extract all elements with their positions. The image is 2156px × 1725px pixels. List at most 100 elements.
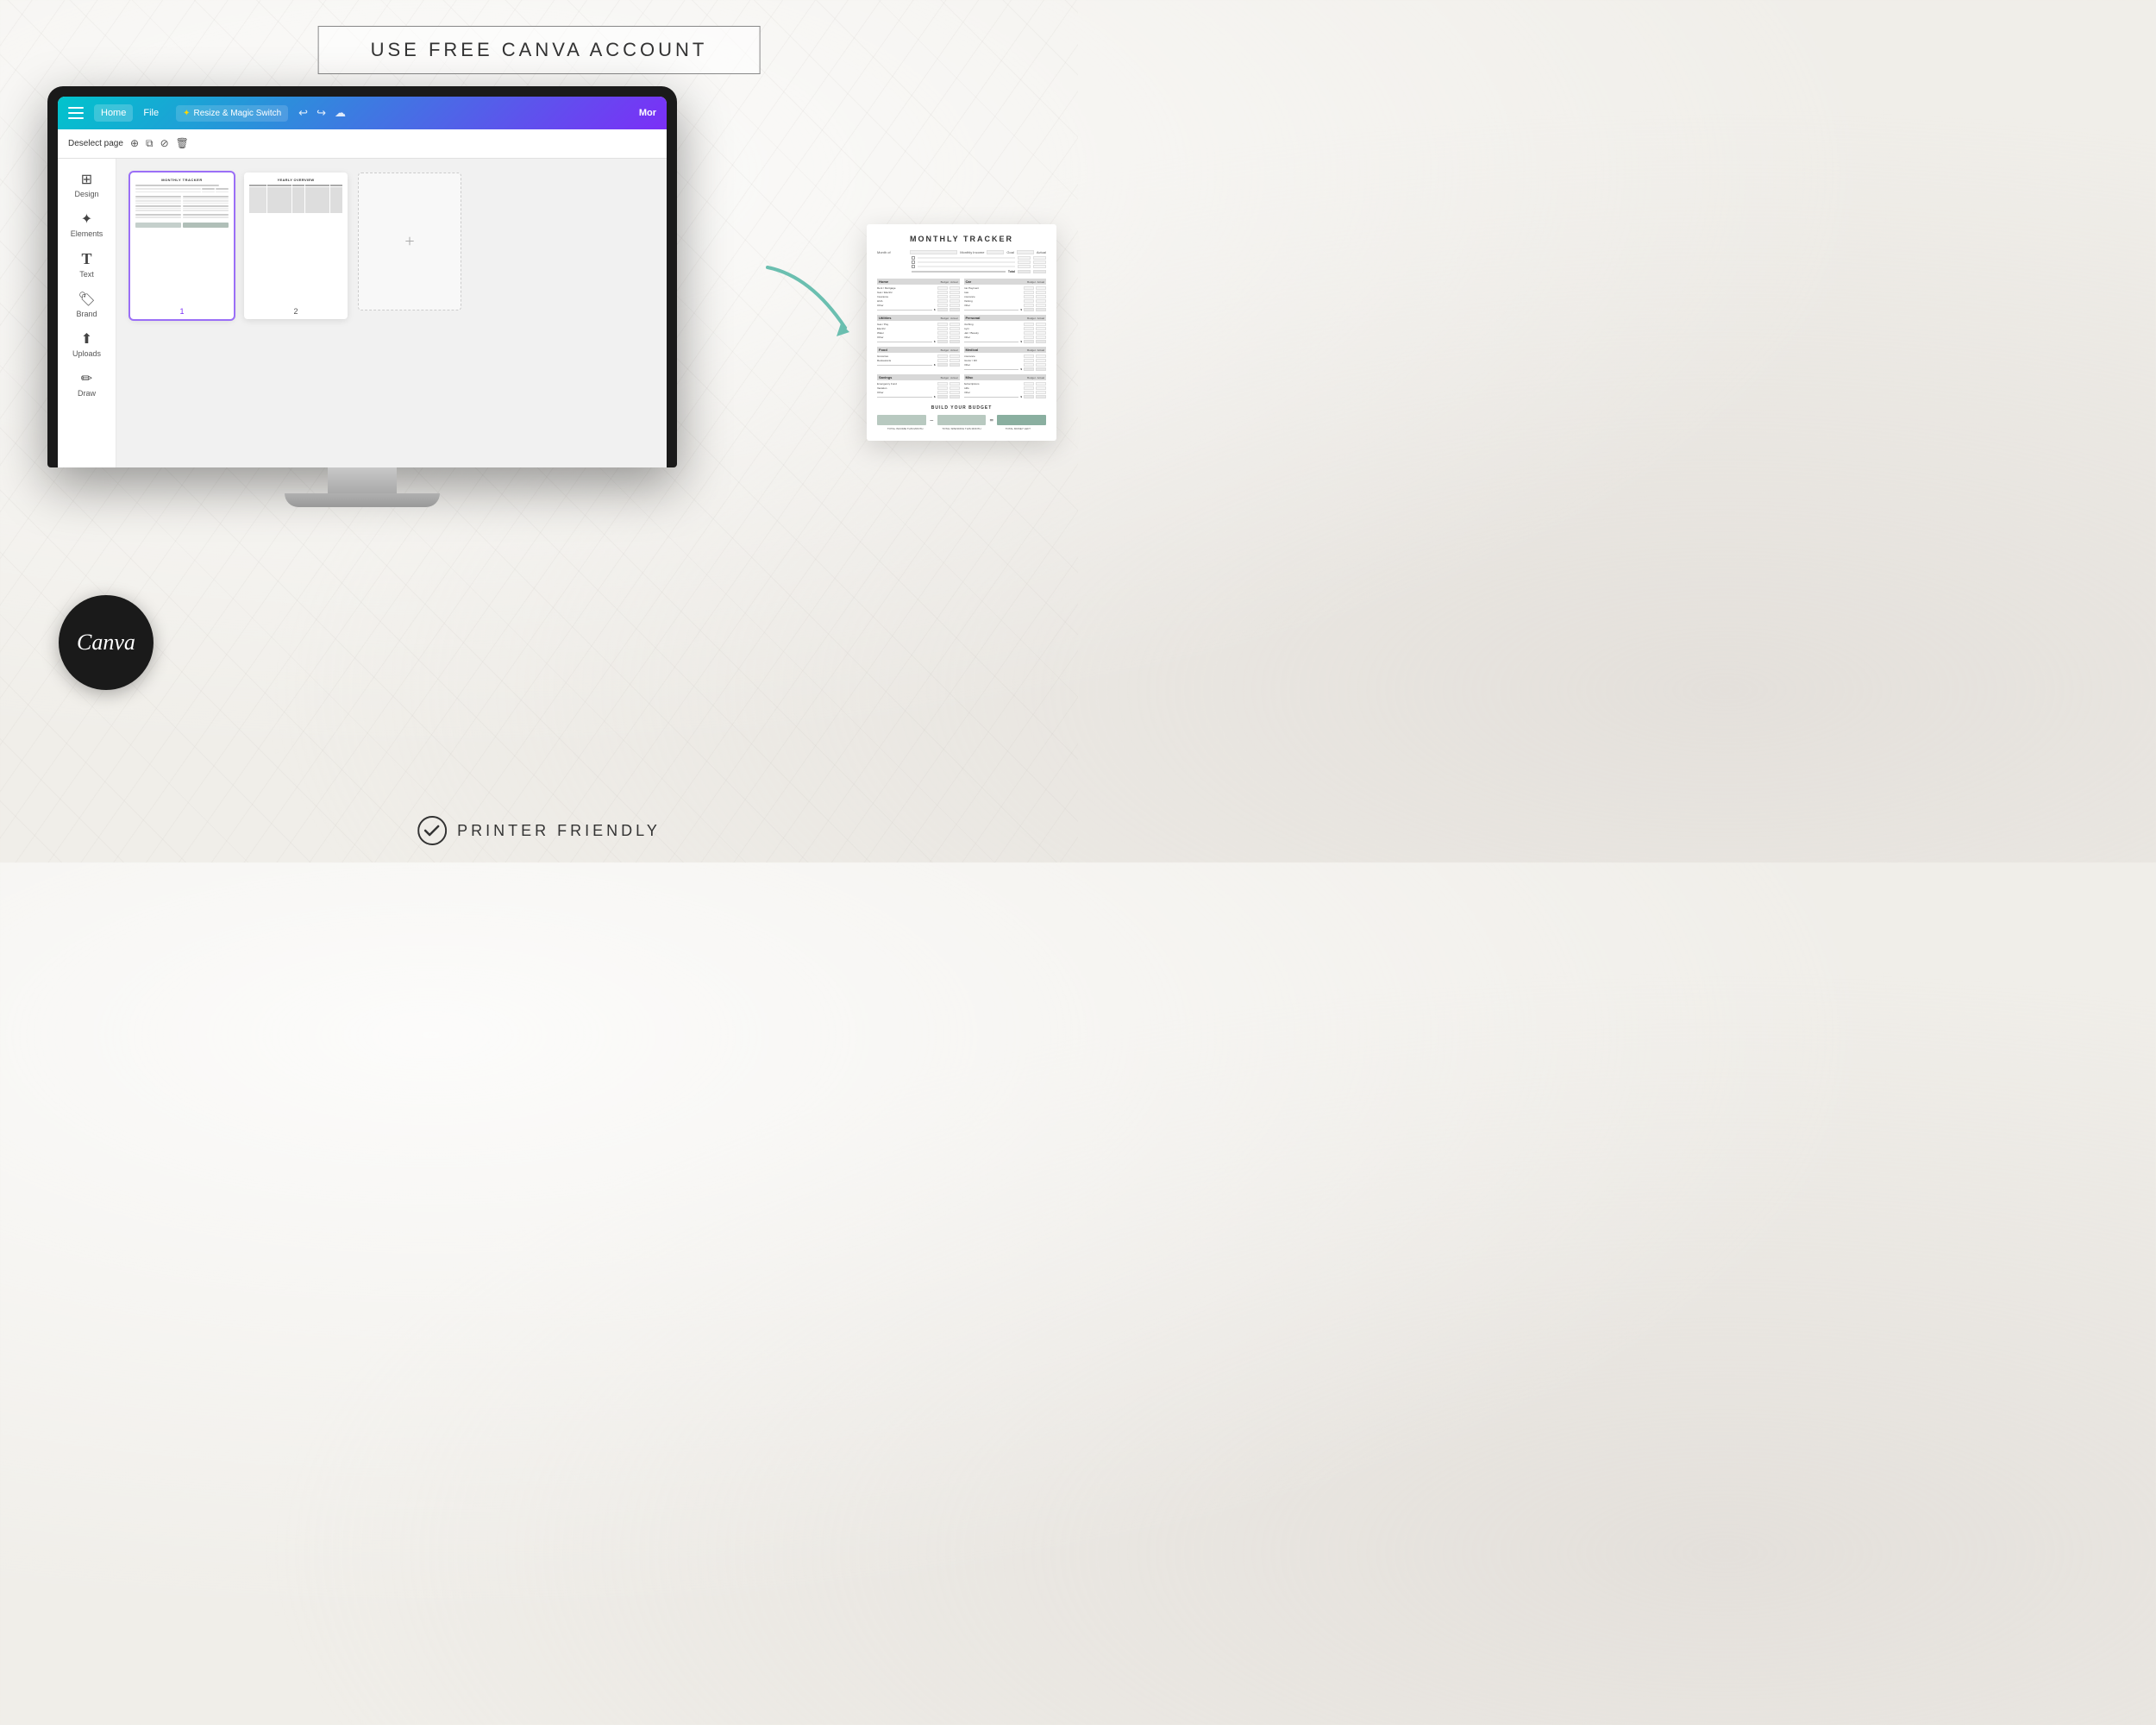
mini-tracker-title: MONTHLY TRACKER: [135, 178, 229, 182]
sidebar-item-uploads[interactable]: ⬆ Uploads: [63, 325, 111, 363]
income-check-2: [912, 260, 915, 264]
toolbar-file-button[interactable]: File: [136, 104, 166, 122]
page-1-inner: MONTHLY TRACKER: [130, 172, 234, 304]
footer-income-box: [877, 415, 926, 425]
monitor-stand-base: [285, 493, 440, 507]
printer-check-icon: [417, 816, 447, 845]
home-rows: Rent / MortgageGas / ElectricInsuranceHO…: [877, 286, 960, 311]
misc-rows: SubscriptionsGiftsOther$: [964, 382, 1047, 398]
doc-home-col: Home Budget Actual Rent / MortgageGas / …: [877, 279, 960, 311]
canva-toolbar: Home File ✦ Resize & Magic Switch ↩ ↪ ☁ …: [58, 97, 667, 129]
footer-left-box: [997, 415, 1046, 425]
page-2-inner: YEARLY OVERVIEW: [244, 172, 348, 304]
doc-utilities-col: Utilities Budget Actual Gas / PayElectri…: [877, 315, 960, 343]
yearly-rows: [249, 187, 342, 213]
redo-icon[interactable]: ↪: [317, 106, 326, 120]
undo-icon[interactable]: ↩: [298, 106, 308, 120]
doc-title: MONTHLY TRACKER: [877, 235, 1046, 243]
footer-title: BUILD YOUR BUDGET: [877, 405, 1046, 411]
banner-text: USE FREE CANVA ACCOUNT: [371, 39, 708, 60]
canvas-area: MONTHLY TRACKER: [116, 159, 667, 467]
text-label: Text: [79, 270, 94, 279]
star-icon: ✦: [183, 109, 190, 118]
printer-friendly-text: PRINTER FRIENDLY: [457, 822, 661, 840]
brand-icon: 🏷: [78, 291, 95, 308]
design-icon: ⊞: [81, 171, 92, 188]
brand-label: Brand: [76, 310, 97, 318]
uploads-icon: ⬆: [81, 330, 92, 348]
canva-logo: Canva: [59, 595, 154, 690]
magic-switch-label: Resize & Magic Switch: [193, 109, 281, 118]
doc-two-col-3: Food Budget Actual GroceriesRestaurants$…: [877, 347, 1046, 371]
add-page-icon[interactable]: ⊕: [130, 137, 139, 150]
medical-rows: InsuranceDoctor / RXOther$: [964, 354, 1047, 371]
footer-left-label: TOTAL MONEY LEFT: [990, 427, 1046, 430]
footer-spending-label: TOTAL SPENDING THIS MONTH: [933, 427, 989, 430]
monthly-income-label: Monthly Income: [960, 250, 984, 254]
mini-yearly-title: YEARLY OVERVIEW: [249, 178, 342, 182]
doc-personal-col: Personal Budget Actual ClothingGymHair /…: [964, 315, 1047, 343]
page-2-label: 2: [290, 304, 301, 319]
monitor-screen: Home File ✦ Resize & Magic Switch ↩ ↪ ☁ …: [58, 97, 667, 467]
car-section-title: Car: [966, 279, 1026, 284]
arrow-decoration: [759, 259, 862, 345]
doc-footer: BUILD YOUR BUDGET − = TOTAL INCOME THIS …: [877, 405, 1046, 430]
income-check-1: [912, 256, 915, 260]
delete-page-icon[interactable]: 🗑: [176, 137, 189, 150]
canva-main: ⊞ Design ✦ Elements T Text 🏷: [58, 159, 667, 467]
page-wrapper: USE FREE CANVA ACCOUNT Home File ✦ Resiz…: [0, 0, 1078, 862]
copy-page-icon[interactable]: ⧉: [146, 137, 154, 150]
sidebar-item-brand[interactable]: 🏷 Brand: [63, 285, 111, 323]
elements-label: Elements: [71, 229, 103, 238]
doc-food-col: Food Budget Actual GroceriesRestaurants$: [877, 347, 960, 371]
draw-icon: ✏: [81, 370, 92, 387]
doc-car-col: Car Budget Actual Car PaymentGasInsuranc…: [964, 279, 1047, 311]
hamburger-menu-icon[interactable]: [68, 107, 84, 119]
canva-sidebar: ⊞ Design ✦ Elements T Text 🏷: [58, 159, 116, 467]
toolbar-nav: Home File: [94, 104, 166, 122]
income-actual-label: Actual: [1037, 250, 1046, 254]
income-row-1: [918, 257, 1015, 259]
footer-income-label: TOTAL INCOME THIS MONTH: [877, 427, 933, 430]
page-thumbnail-2[interactable]: YEARLY OVERVIEW: [244, 172, 348, 319]
doc-income-section: Month of Monthly Income Goal Actual: [877, 250, 1046, 273]
month-label: Month of: [877, 250, 907, 254]
top-banner: USE FREE CANVA ACCOUNT: [318, 26, 761, 74]
hide-page-icon[interactable]: ⊘: [160, 137, 169, 150]
text-icon: T: [81, 250, 91, 268]
magic-switch-button[interactable]: ✦ Resize & Magic Switch: [176, 105, 288, 122]
toolbar-home-button[interactable]: Home: [94, 104, 133, 122]
sidebar-item-draw[interactable]: ✏ Draw: [63, 365, 111, 403]
footer-spending-box: [937, 415, 987, 425]
minus-op: −: [930, 417, 934, 424]
doc-medical-col: Medical Budget Actual InsuranceDoctor / …: [964, 347, 1047, 371]
canva-logo-text: Canva: [77, 630, 135, 656]
sidebar-item-text[interactable]: T Text: [63, 245, 111, 284]
sidebar-item-design[interactable]: ⊞ Design: [63, 166, 111, 204]
personal-rows: ClothingGymHair / BeautyOther$: [964, 323, 1047, 343]
savings-rows: Emergency FundVacationOther$: [877, 382, 960, 398]
util-rows: Gas / PayElectricWaterOther$: [877, 323, 960, 343]
doc-savings-col: Savings Budget Actual Emergency FundVaca…: [877, 374, 960, 398]
draw-label: Draw: [78, 389, 96, 398]
income-goal-field: [987, 250, 1004, 254]
footer-labels: TOTAL INCOME THIS MONTH TOTAL SPENDING T…: [877, 427, 1046, 430]
elements-icon: ✦: [81, 210, 92, 228]
sidebar-item-elements[interactable]: ✦ Elements: [63, 205, 111, 243]
car-rows: Car PaymentGasInsuranceParkingOther$: [964, 286, 1047, 311]
printer-friendly-section: PRINTER FRIENDLY: [417, 816, 661, 845]
deselect-page-button[interactable]: Deselect page: [68, 139, 123, 148]
toolbar-more-label[interactable]: Mor: [639, 108, 656, 118]
page-add-thumbnail[interactable]: +: [358, 172, 461, 310]
equals-op: =: [989, 417, 993, 424]
page-thumbnail-1[interactable]: MONTHLY TRACKER: [130, 172, 234, 319]
doc-misc-col: Misc Budget Actual SubscriptionsGiftsOth…: [964, 374, 1047, 398]
design-label: Design: [74, 190, 98, 198]
income-goal-label: Goal: [1006, 250, 1013, 254]
cloud-icon[interactable]: ☁: [335, 106, 346, 120]
doc-two-col-4: Savings Budget Actual Emergency FundVaca…: [877, 374, 1046, 398]
income-actual-field: [1017, 250, 1034, 254]
home-section-title: Home: [879, 279, 939, 284]
monitor-stand-neck: [328, 467, 397, 493]
page-1-label: 1: [176, 304, 187, 319]
